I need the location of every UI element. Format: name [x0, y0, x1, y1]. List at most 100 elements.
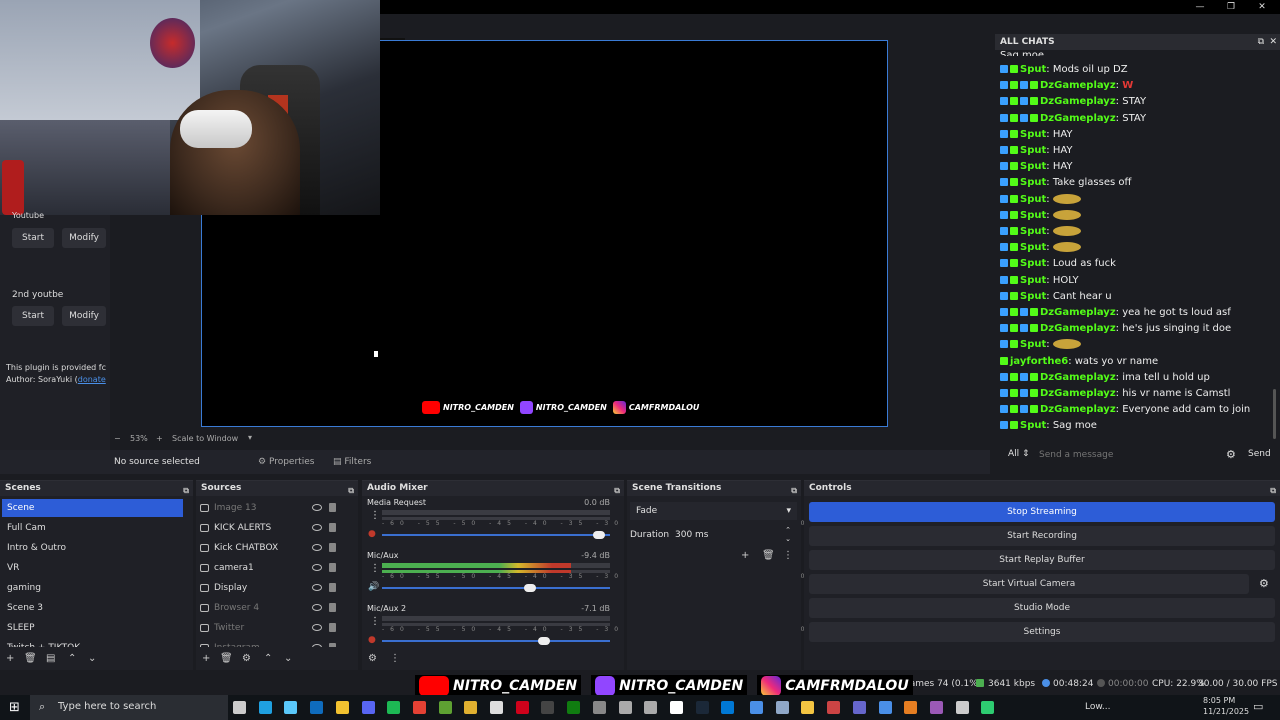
more-icon[interactable]: ⋮ — [370, 563, 380, 574]
discord-icon[interactable] — [361, 701, 375, 714]
close-icon[interactable]: ✕ — [1269, 34, 1277, 50]
chevron-down-icon[interactable]: ▾ — [248, 433, 252, 442]
minimize-button[interactable]: — — [1185, 0, 1215, 14]
lock-icon[interactable] — [329, 623, 336, 632]
trophy-icon[interactable] — [464, 701, 478, 714]
visibility-eye-icon[interactable] — [312, 604, 322, 611]
arrow-down-icon[interactable]: ⌄ — [88, 653, 96, 664]
filter-icon[interactable]: ▤ — [46, 653, 55, 664]
taskview-icon[interactable] — [233, 701, 246, 714]
outlook-icon[interactable] — [310, 701, 324, 714]
float-icon[interactable]: ⧉ — [183, 483, 189, 498]
scene-item[interactable]: SLEEP — [2, 619, 183, 637]
more-icon[interactable]: ⋮ — [370, 510, 380, 521]
source-item[interactable]: Image 13 — [196, 499, 346, 517]
scene-item[interactable]: VR — [2, 559, 183, 577]
trash-icon[interactable]: 🗑 — [220, 653, 233, 664]
trash-icon[interactable]: 🗑 — [24, 653, 37, 664]
volume-knob[interactable] — [538, 637, 550, 645]
source-item[interactable]: Display — [196, 579, 346, 597]
studio-mode-button[interactable]: Studio Mode — [809, 598, 1275, 618]
app-icon[interactable] — [852, 701, 866, 714]
notepad-icon[interactable] — [490, 701, 503, 714]
scale-to-window-select[interactable]: Scale to Window — [172, 434, 238, 443]
bluetooth-icon[interactable] — [750, 701, 763, 714]
volume-knob[interactable] — [593, 531, 605, 539]
visibility-eye-icon[interactable] — [312, 524, 322, 531]
app-icon[interactable] — [878, 701, 892, 714]
source-item[interactable]: Twitter — [196, 619, 346, 637]
notification-icon[interactable]: ▭ — [1253, 700, 1263, 713]
tiktok-icon[interactable] — [669, 701, 683, 714]
arrow-up-icon[interactable]: ⌃ — [264, 653, 272, 664]
volume-slider[interactable] — [382, 531, 610, 539]
arrow-down-icon[interactable]: ⌄ — [284, 653, 292, 664]
app-icon[interactable] — [904, 701, 918, 714]
app-icon[interactable] — [929, 701, 943, 714]
youtube-modify-button[interactable]: Modify — [62, 228, 106, 248]
zoom-out-button[interactable]: − — [114, 434, 121, 443]
youtube-start-button[interactable]: Start — [12, 228, 54, 248]
visibility-eye-icon[interactable] — [312, 544, 322, 551]
stepper-icon[interactable]: ⌃ ⌄ — [785, 526, 791, 544]
lock-icon[interactable] — [329, 643, 336, 647]
properties-button[interactable]: ⚙ Properties — [258, 457, 314, 467]
scene-item[interactable]: Scene 3 — [2, 599, 183, 617]
vpn-icon[interactable] — [775, 701, 789, 714]
app-icon[interactable] — [827, 701, 841, 714]
opera-icon[interactable] — [515, 701, 529, 714]
lock-icon[interactable] — [329, 603, 336, 612]
xbox-icon[interactable] — [567, 701, 581, 714]
scene-item[interactable]: gaming — [2, 579, 183, 597]
muted-icon[interactable]: ● — [368, 635, 376, 645]
more-icon[interactable]: ⋮ — [390, 653, 400, 664]
float-icon[interactable]: ⧉ — [1258, 34, 1264, 50]
volume-slider[interactable] — [382, 637, 610, 645]
explorer-icon[interactable] — [335, 701, 349, 714]
add-icon[interactable]: + — [741, 550, 749, 561]
visibility-eye-icon[interactable] — [312, 584, 322, 591]
close-button[interactable]: ✕ — [1247, 0, 1277, 14]
trash-icon[interactable]: 🗑 — [762, 550, 775, 561]
arrow-up-icon[interactable]: ⌃ — [68, 653, 76, 664]
steam-icon[interactable] — [695, 701, 709, 714]
speaker-icon[interactable]: 🔊 — [368, 582, 379, 592]
source-item[interactable]: KICK ALERTS — [196, 519, 346, 537]
gear-icon[interactable]: ⚙ — [368, 653, 377, 664]
visibility-eye-icon[interactable] — [312, 504, 322, 511]
chrome-icon[interactable] — [412, 701, 426, 714]
app-icon[interactable] — [801, 701, 815, 714]
duration-input[interactable]: 300 ms ⌃ ⌄ — [671, 526, 797, 544]
settings-icon[interactable]: ⚙ — [1226, 448, 1236, 461]
obs-icon[interactable] — [541, 701, 555, 714]
transition-select[interactable]: Fade ▾ — [630, 502, 797, 520]
app-icon[interactable] — [981, 701, 995, 714]
volume-knob[interactable] — [524, 584, 536, 592]
store-icon[interactable] — [284, 701, 298, 714]
zoom-in-button[interactable]: + — [156, 434, 163, 443]
ime-icon[interactable] — [618, 701, 632, 714]
chart-icon[interactable] — [644, 701, 658, 714]
start-virtual-camera-button[interactable]: Start Virtual Camera — [809, 574, 1249, 594]
chat-message-input[interactable] — [1039, 447, 1224, 463]
clock-time[interactable]: 8:05 PM — [1203, 696, 1235, 705]
second-youtube-start-button[interactable]: Start — [12, 306, 54, 326]
app-icon[interactable] — [721, 701, 735, 714]
scene-item[interactable]: Intro & Outro — [2, 539, 183, 557]
visibility-eye-icon[interactable] — [312, 564, 322, 571]
lock-icon[interactable] — [329, 583, 336, 592]
virtual-camera-settings-icon[interactable]: ⚙ — [1259, 577, 1269, 590]
float-icon[interactable]: ⧉ — [348, 483, 354, 498]
muted-icon[interactable]: ● — [368, 529, 376, 539]
lock-icon[interactable] — [329, 523, 336, 532]
settings-button[interactable]: Settings — [809, 622, 1275, 642]
scene-item[interactable]: Full Cam — [2, 519, 183, 537]
chat-filter-select[interactable]: All ⇕ — [1008, 449, 1030, 459]
more-icon[interactable]: ⋮ — [783, 550, 793, 561]
clock-date[interactable]: 11/21/2025 — [1203, 707, 1249, 716]
windows-start-icon[interactable]: ⊞ — [9, 700, 20, 715]
start-recording-button[interactable]: Start Recording — [809, 526, 1275, 546]
add-icon[interactable]: + — [202, 653, 210, 664]
start-replay-buffer-button[interactable]: Start Replay Buffer — [809, 550, 1275, 570]
filters-button[interactable]: ▤ Filters — [333, 457, 371, 467]
